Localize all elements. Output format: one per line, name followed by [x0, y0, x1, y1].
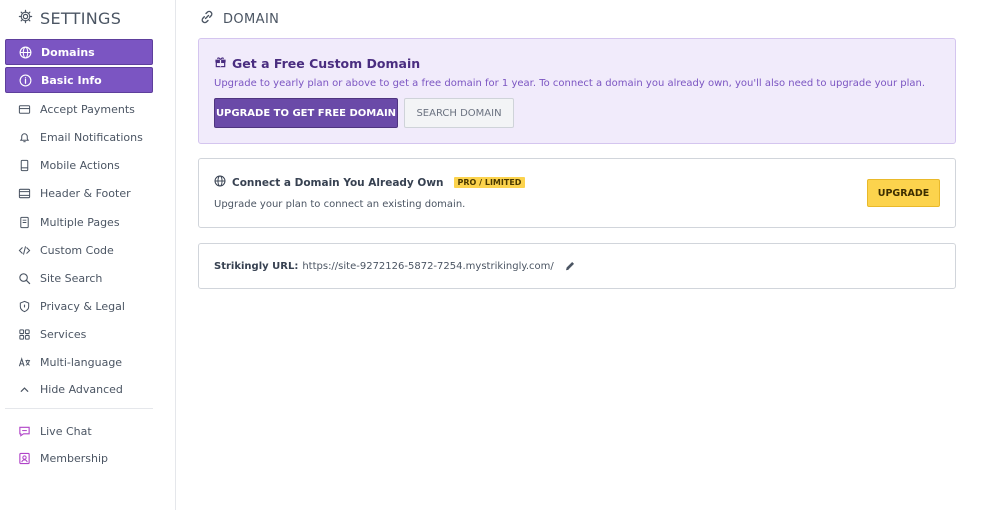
upgrade-button[interactable]: UPGRADE: [867, 179, 940, 207]
member-icon: [18, 452, 31, 465]
promo-description: Upgrade to yearly plan or above to get a…: [214, 78, 926, 89]
free-domain-promo: Get a Free Custom Domain Upgrade to year…: [198, 38, 956, 144]
sidebar-item-label: Privacy & Legal: [40, 299, 125, 313]
sidebar-item-label: Domains: [41, 45, 95, 59]
connect-title: Connect a Domain You Already Own PRO / L…: [214, 175, 526, 190]
sidebar-item-label: Header & Footer: [40, 186, 131, 200]
promo-title: Get a Free Custom Domain: [214, 55, 420, 71]
sidebar-item-privacy-legal[interactable]: Privacy & Legal: [5, 293, 153, 319]
strikingly-url-card: Strikingly URL: https://site-9272126-587…: [198, 243, 956, 289]
sidebar-item-email-notifications[interactable]: Email Notifications: [5, 124, 153, 150]
settings-sidebar: SETTINGS Domains Basic Info Accept Payme…: [0, 0, 176, 510]
url-label: Strikingly URL:: [214, 260, 299, 272]
layout-icon: [18, 187, 31, 200]
pages-icon: [18, 216, 31, 229]
sidebar-item-label: Mobile Actions: [40, 158, 120, 172]
sidebar-item-domains[interactable]: Domains: [5, 39, 153, 65]
sidebar-item-label: Site Search: [40, 271, 103, 285]
sidebar-item-label: Membership: [40, 451, 108, 465]
sidebar-item-label: Email Notifications: [40, 130, 143, 144]
mobile-icon: [18, 159, 31, 172]
page-title-text: DOMAIN: [223, 11, 280, 27]
sidebar-item-services[interactable]: Services: [5, 321, 153, 347]
sidebar-item-label: Accept Payments: [40, 102, 135, 116]
sidebar-item-hide-advanced[interactable]: Hide Advanced: [5, 376, 153, 402]
upgrade-free-domain-button[interactable]: UPGRADE TO GET FREE DOMAIN: [214, 98, 398, 128]
globe-icon: [214, 175, 226, 190]
gear-icon: [18, 9, 33, 28]
chat-icon: [18, 425, 31, 438]
sidebar-header: SETTINGS: [18, 9, 121, 28]
sidebar-item-label: Custom Code: [40, 243, 114, 257]
pencil-icon[interactable]: [564, 260, 576, 272]
sidebar-item-basic-info[interactable]: Basic Info: [5, 67, 153, 93]
url-value: https://site-9272126-5872-7254.mystrikin…: [302, 260, 554, 272]
search-domain-button[interactable]: SEARCH DOMAIN: [404, 98, 514, 128]
search-icon: [18, 272, 31, 285]
sidebar-item-membership[interactable]: Membership: [5, 445, 153, 471]
sidebar-item-mobile-actions[interactable]: Mobile Actions: [5, 152, 153, 178]
code-icon: [18, 244, 31, 257]
chevron-up-icon: [18, 383, 31, 396]
gift-icon: [214, 55, 227, 71]
bell-icon: [18, 131, 31, 144]
sidebar-item-multiple-pages[interactable]: Multiple Pages: [5, 209, 153, 235]
sidebar-item-label: Multi-language: [40, 355, 123, 369]
sidebar-item-live-chat[interactable]: Live Chat: [5, 418, 153, 444]
connect-description: Upgrade your plan to connect an existing…: [214, 199, 466, 210]
shield-icon: [18, 300, 31, 313]
language-icon: [18, 356, 31, 369]
sidebar-item-label: Hide Advanced: [40, 382, 123, 396]
grid-icon: [18, 328, 31, 341]
link-icon: [199, 9, 215, 29]
info-icon: [19, 74, 32, 87]
sidebar-title: SETTINGS: [40, 9, 122, 28]
page-title: DOMAIN: [199, 9, 279, 29]
promo-title-text: Get a Free Custom Domain: [232, 55, 421, 71]
plan-badge: PRO / LIMITED: [453, 177, 526, 188]
sidebar-item-header-footer[interactable]: Header & Footer: [5, 180, 153, 206]
sidebar-item-multi-language[interactable]: Multi-language: [5, 349, 153, 375]
sidebar-item-custom-code[interactable]: Custom Code: [5, 237, 153, 263]
url-row: Strikingly URL: https://site-9272126-587…: [214, 260, 576, 272]
globe-icon: [19, 46, 32, 59]
sidebar-item-label: Live Chat: [40, 424, 92, 438]
sidebar-item-label: Basic Info: [41, 73, 102, 87]
sidebar-item-site-search[interactable]: Site Search: [5, 265, 153, 291]
connect-title-text: Connect a Domain You Already Own: [232, 176, 444, 189]
credit-card-icon: [18, 103, 31, 116]
sidebar-item-label: Multiple Pages: [40, 215, 120, 229]
sidebar-divider: [5, 408, 153, 409]
sidebar-item-label: Services: [40, 327, 87, 341]
sidebar-item-accept-payments[interactable]: Accept Payments: [5, 96, 153, 122]
connect-domain-card: Connect a Domain You Already Own PRO / L…: [198, 158, 956, 228]
